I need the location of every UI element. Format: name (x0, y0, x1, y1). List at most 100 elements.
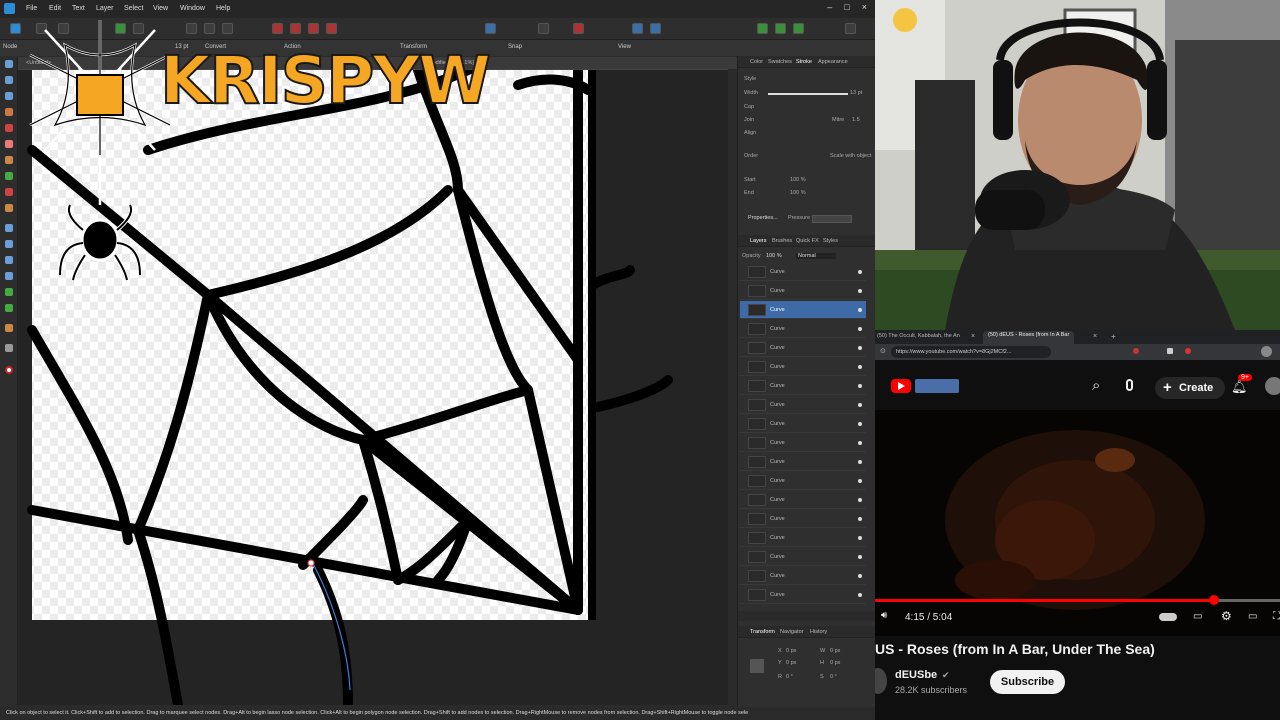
assistant-icon[interactable] (757, 23, 768, 34)
blend-mode-select[interactable]: Normal (796, 253, 836, 259)
vector-crop-icon[interactable] (5, 188, 13, 196)
menu-layer[interactable]: Layer (96, 5, 114, 12)
transform-y-value[interactable]: 0 px (786, 660, 796, 666)
tab-appearance[interactable]: Appearance (818, 59, 848, 65)
menu-help[interactable]: Help (216, 5, 230, 12)
visibility-icon[interactable] (858, 593, 862, 597)
create-button[interactable]: + Create (1155, 377, 1225, 399)
transform-x-value[interactable]: 0 px (786, 648, 796, 654)
visibility-icon[interactable] (858, 346, 862, 350)
tab-stroke[interactable]: Stroke (796, 59, 812, 65)
menu-view[interactable]: View (153, 5, 168, 12)
close-icon[interactable]: × (862, 2, 867, 12)
menu-edit[interactable]: Edit (49, 5, 61, 12)
layer-row[interactable]: Curve (740, 339, 866, 357)
properties-button[interactable]: Properties... (748, 215, 778, 221)
start-percent[interactable]: 100 % (790, 177, 806, 183)
layer-row[interactable]: Curve (740, 491, 866, 509)
visibility-icon[interactable] (858, 517, 862, 521)
theater-mode-icon[interactable]: ▭ (1248, 611, 1257, 622)
menu-file[interactable]: File (26, 5, 37, 12)
address-bar[interactable]: https://www.youtube.com/watch?v=8Gj2MCf2… (891, 346, 1051, 358)
layer-row[interactable]: Curve (740, 263, 866, 281)
visibility-icon[interactable] (858, 270, 862, 274)
visibility-icon[interactable] (858, 403, 862, 407)
transparency-tool-icon[interactable] (5, 172, 13, 180)
designer-persona-icon[interactable] (10, 23, 21, 34)
youtube-logo-icon[interactable] (891, 379, 911, 393)
distribute-icon[interactable] (204, 23, 215, 34)
extension-icon[interactable] (1185, 348, 1191, 354)
visibility-icon[interactable] (858, 460, 862, 464)
extension-icon[interactable] (1167, 348, 1173, 354)
layer-row[interactable]: Curve (740, 453, 866, 471)
minimize-icon[interactable]: – (827, 2, 832, 12)
notifications-icon[interactable]: 🔔︎ (1231, 379, 1248, 395)
tab-swatches[interactable]: Swatches (768, 59, 792, 65)
flip-icon[interactable] (485, 23, 496, 34)
mitre-value[interactable]: 1.5 (852, 117, 860, 123)
close-tab-icon[interactable]: × (971, 333, 975, 340)
visibility-icon[interactable] (858, 327, 862, 331)
layer-row[interactable]: Curve (740, 282, 866, 300)
studio-icon[interactable] (793, 23, 804, 34)
rounded-rect-icon[interactable] (5, 256, 13, 264)
gear-icon[interactable]: ⚙ (1221, 609, 1232, 623)
tab-color[interactable]: Color (750, 59, 763, 65)
extension-icon[interactable] (1133, 348, 1139, 354)
pen-tool-icon[interactable] (5, 108, 13, 116)
selected-node[interactable] (307, 559, 315, 567)
security-icon[interactable]: ⊙ (880, 347, 886, 355)
menu-select[interactable]: Select (124, 5, 143, 12)
fullscreen-icon[interactable]: ⛶ (1273, 611, 1280, 622)
preferences-icon[interactable] (775, 23, 786, 34)
layer-row[interactable]: Curve (740, 472, 866, 490)
boolean-add-icon[interactable] (272, 23, 283, 34)
crop-icon[interactable] (538, 23, 549, 34)
vector-brush-icon[interactable] (5, 140, 13, 148)
arrange-icon[interactable] (222, 23, 233, 34)
color-well-icon[interactable] (5, 366, 13, 374)
tab-quick-fx[interactable]: Quick FX (796, 238, 819, 244)
search-icon[interactable]: ⌕ (1092, 377, 1100, 394)
fill-tool-icon[interactable] (5, 156, 13, 164)
visibility-icon[interactable] (858, 498, 862, 502)
visibility-icon[interactable] (858, 536, 862, 540)
shape-tool-icon[interactable] (5, 272, 13, 280)
captions-icon[interactable]: ▭ (1193, 611, 1202, 622)
maximize-icon[interactable]: □ (844, 2, 849, 12)
close-tab-icon[interactable]: × (1093, 333, 1097, 340)
transform-s-value[interactable]: 0 ° (830, 674, 837, 680)
opacity-value[interactable]: 100 % (766, 253, 782, 259)
new-tab-icon[interactable]: + (1111, 332, 1116, 341)
tab-brushes[interactable]: Brushes (772, 238, 792, 244)
transform-r-value[interactable]: 0 ° (786, 674, 793, 680)
pressure-graph[interactable] (812, 215, 852, 223)
tab-navigator[interactable]: Navigator (780, 629, 804, 635)
channel-avatar[interactable] (875, 668, 887, 694)
microphone-icon[interactable] (1126, 379, 1133, 391)
tab-styles[interactable]: Styles (823, 238, 838, 244)
visibility-icon[interactable] (858, 555, 862, 559)
layer-row[interactable]: Curve (740, 377, 866, 395)
node-tool-icon[interactable] (5, 76, 13, 84)
scale-with-object-checkbox[interactable]: Scale with object (830, 153, 871, 159)
tab-history[interactable]: History (810, 629, 827, 635)
tab-layers[interactable]: Layers (750, 238, 767, 244)
layer-row[interactable]: Curve (740, 510, 866, 528)
video-player[interactable] (875, 410, 1280, 636)
visibility-icon[interactable] (858, 441, 862, 445)
transform-h-value[interactable]: 0 px (830, 660, 840, 666)
boolean-subtract-icon[interactable] (290, 23, 301, 34)
visibility-icon[interactable] (858, 422, 862, 426)
layer-row[interactable]: Curve (740, 415, 866, 433)
layer-row[interactable]: Curve (740, 358, 866, 376)
layer-row[interactable]: Curve (740, 548, 866, 566)
menu-text[interactable]: Text (72, 5, 85, 12)
move-tool-icon[interactable] (5, 60, 13, 68)
visibility-icon[interactable] (858, 574, 862, 578)
layer-row[interactable]: Curve (740, 320, 866, 338)
subscribe-button[interactable]: Subscribe (990, 670, 1065, 694)
layer-row[interactable]: Curve (740, 434, 866, 452)
text-tool-icon[interactable] (5, 288, 13, 296)
